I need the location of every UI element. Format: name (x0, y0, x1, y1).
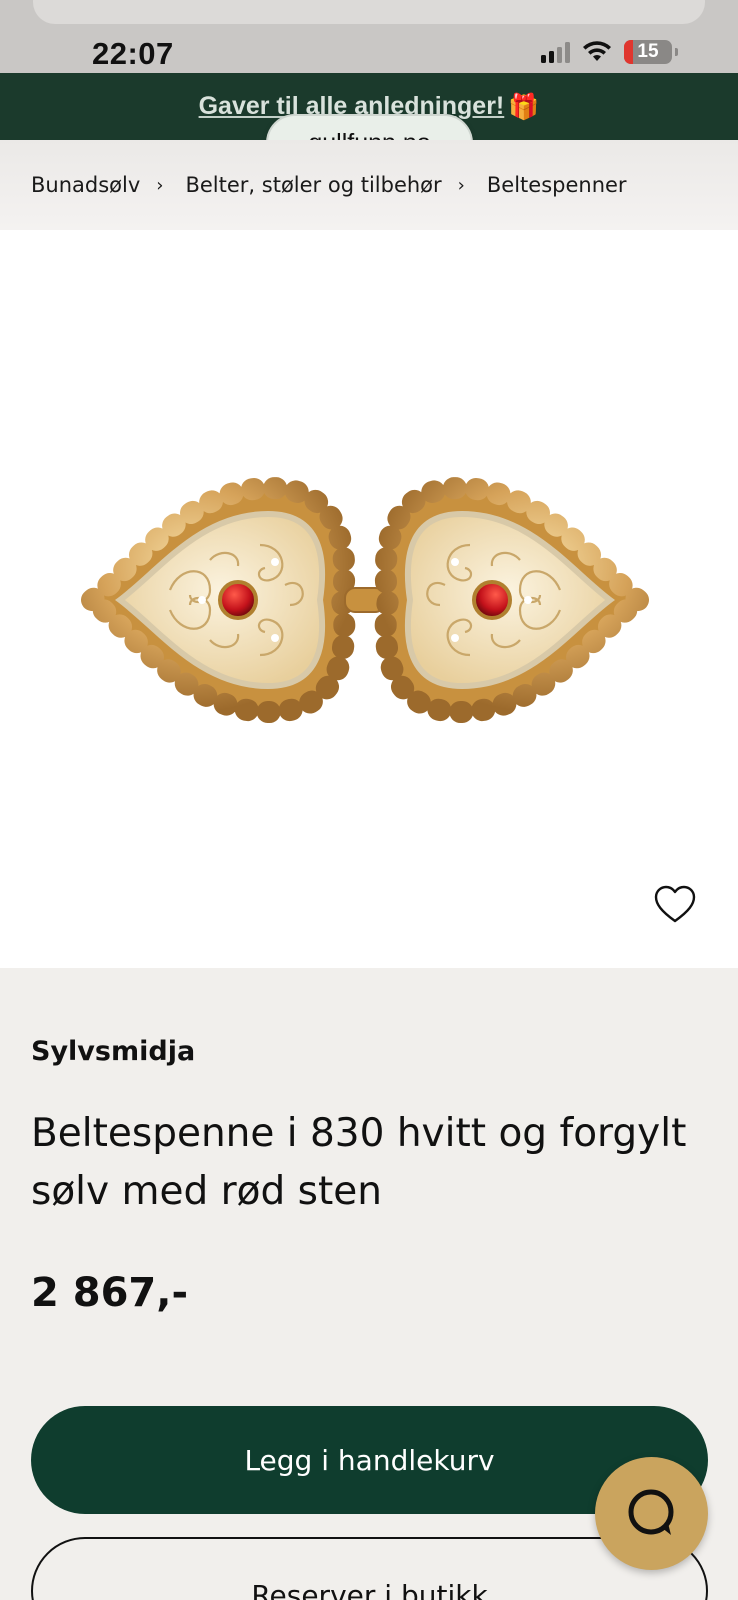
product-image (80, 476, 656, 724)
cellular-signal-icon (541, 41, 570, 63)
product-brand[interactable]: Sylvsmidja (31, 1036, 195, 1067)
product-title: Beltespenne i 830 hvitt og forgylt sølv … (31, 1111, 687, 1214)
battery-icon: 15 (624, 40, 672, 64)
breadcrumb-item-beltespenner[interactable]: Beltespenner (487, 173, 627, 197)
wifi-icon (583, 41, 611, 61)
breadcrumb-item-belter[interactable]: Belter, støler og tilbehør (185, 173, 441, 197)
chat-bubble-icon (628, 1489, 673, 1535)
chevron-right-icon: › (156, 174, 164, 196)
status-time: 22:07 (92, 36, 174, 71)
status-bar: 22:07 15 (0, 0, 738, 73)
browser-address-bar[interactable] (33, 0, 705, 24)
breadcrumb: Bunadsølv › Belter, støler og tilbehør ›… (0, 140, 738, 230)
status-icons: 15 (541, 40, 678, 64)
product-price: 2 867,- (31, 1270, 189, 1316)
chevron-right-icon: › (457, 174, 465, 196)
battery-level: 15 (637, 41, 659, 62)
heart-outline-icon[interactable] (653, 883, 697, 927)
chat-button[interactable] (595, 1457, 708, 1570)
product-image-area[interactable] (0, 230, 738, 968)
gift-icon: 🎁 (508, 91, 540, 121)
breadcrumb-item-bunadsolv[interactable]: Bunadsølv (31, 173, 140, 197)
